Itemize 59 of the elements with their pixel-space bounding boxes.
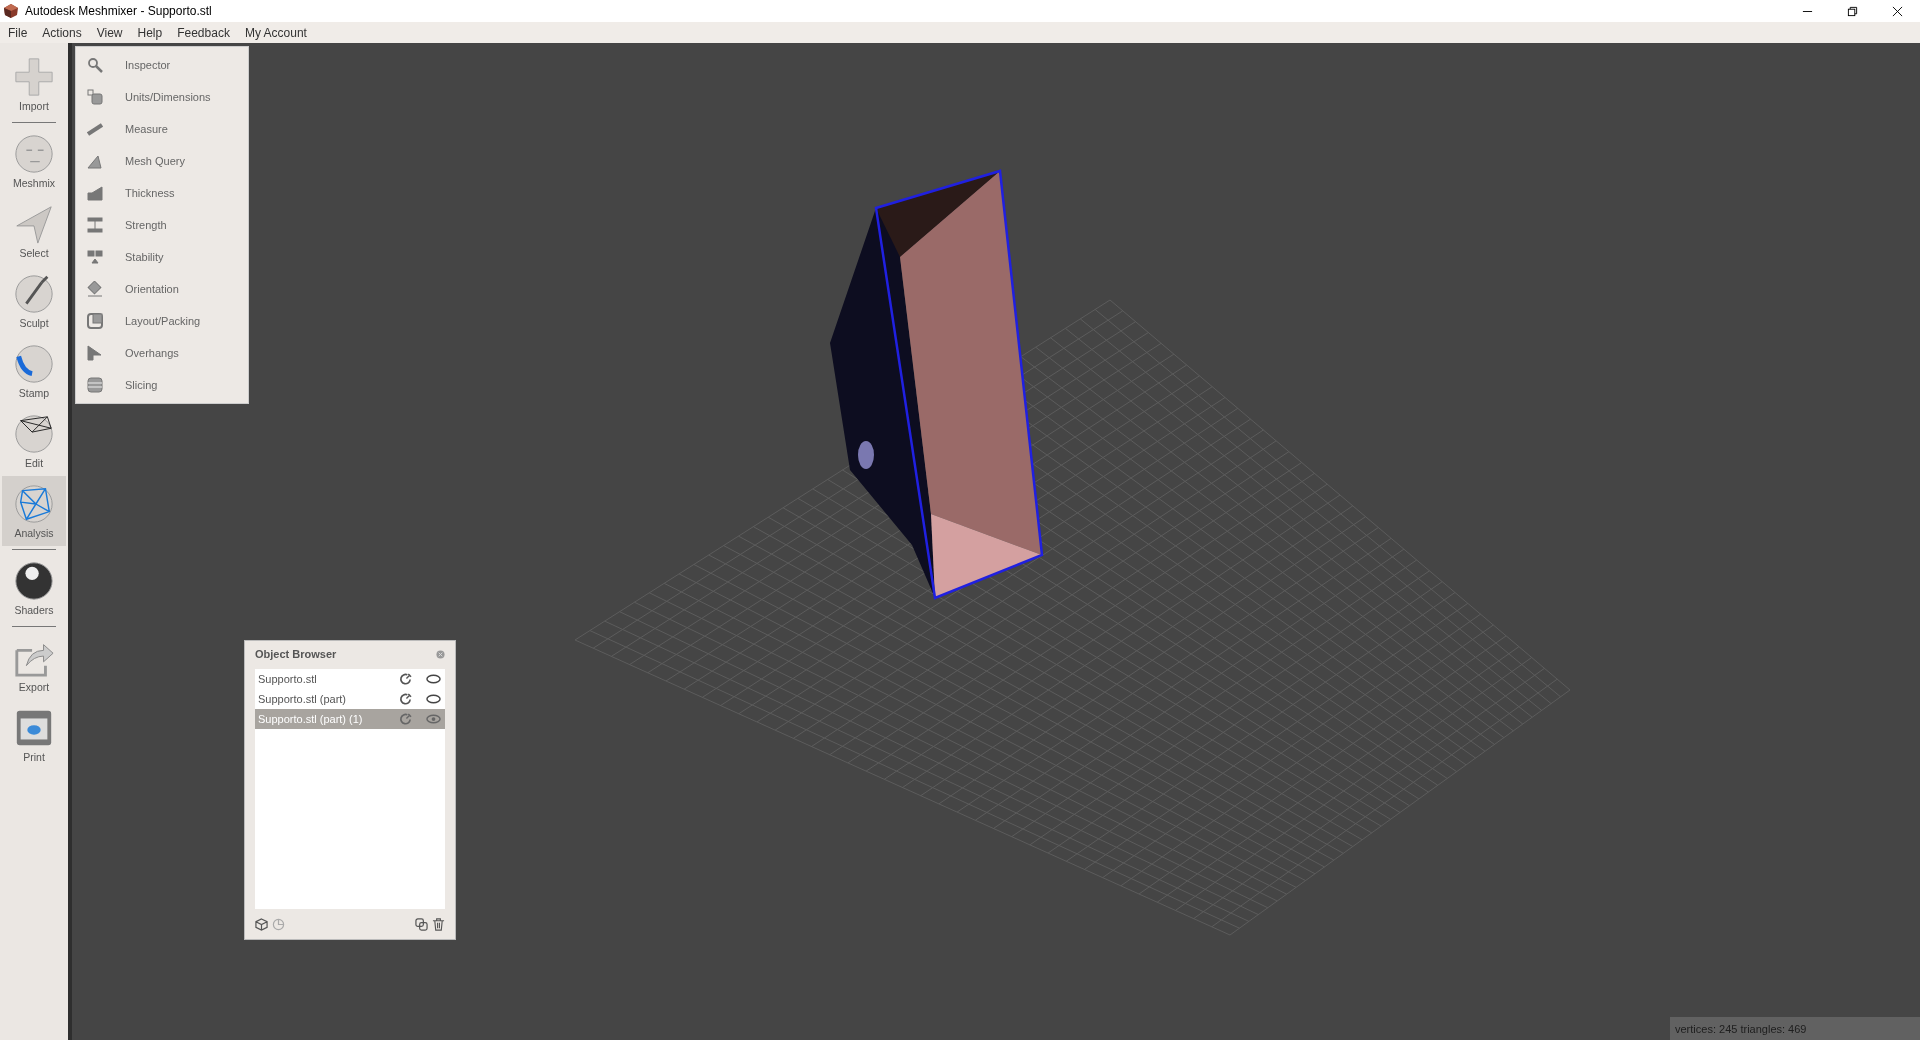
cube-icon[interactable] [255,917,268,931]
tool-button[interactable]: Export [2,630,66,700]
close-icon[interactable] [1892,5,1903,17]
menu-item[interactable]: Slicing [125,379,158,391]
eye-icon[interactable] [426,674,441,684]
layout-icon [87,313,103,329]
tool-button[interactable]: Select [2,196,66,266]
eye-icon[interactable] [426,694,441,704]
menu-item[interactable]: Overhangs [125,347,179,359]
panel-title: Object Browser [255,648,337,660]
tool-button[interactable]: Edit [2,406,66,476]
tool-button[interactable]: Analysis [2,476,66,546]
object-row[interactable]: Supporto.stl [255,669,445,689]
restore-icon[interactable] [1847,5,1858,17]
overhang-icon [87,345,103,361]
menu-item[interactable]: Strength [125,219,167,231]
tool-button[interactable]: Sculpt [2,266,66,336]
plus-icon [13,56,55,98]
trash-icon[interactable] [432,917,445,931]
ruler-icon [87,121,103,137]
menu-item[interactable]: Layout/Packing [125,315,201,327]
squares-icon [87,89,103,105]
triangle-question-icon [87,153,103,169]
face-sphere-icon [13,133,55,175]
chrome-sphere-icon [13,560,55,602]
menu-item[interactable]: File [8,25,35,40]
balance-icon [87,249,103,265]
layers-icon [87,377,103,393]
menu-item[interactable]: View [96,25,130,40]
object-row[interactable]: Supporto.stl (part) [255,689,445,709]
menu-item[interactable]: Help [137,25,170,40]
wireframe-sphere-icon [13,413,55,455]
menu-item[interactable]: Measure [125,123,168,135]
menu-item[interactable]: Actions [42,25,89,40]
tool-button[interactable]: Stamp [2,336,66,406]
diamond-icon [87,281,103,297]
window-title: Autodesk Meshmixer - Supporto.stl [25,4,212,18]
mesh-sphere-icon [13,483,55,525]
thickness-icon [87,185,103,201]
duplicate-icon[interactable] [415,917,428,931]
tool-button[interactable]: Import [2,49,66,119]
menu-item[interactable]: Feedback [177,25,237,40]
mesh-model-drawing[interactable] [830,169,1044,600]
menu-item[interactable]: Mesh Query [125,155,185,167]
tool-button[interactable]: Print [2,700,66,770]
brush-sphere-icon [13,273,55,315]
menu-item[interactable]: Inspector [125,59,171,71]
strength-icon [87,217,103,233]
mesh-stats-text: vertices: 245 triangles: 469 [1675,1022,1807,1035]
menu-item[interactable]: Units/Dimensions [125,91,211,103]
app-logo-icon [3,3,19,19]
tool-button[interactable]: Shaders [2,553,66,623]
menu-item[interactable]: Orientation [125,283,179,295]
menu-item[interactable]: My Account [244,25,314,40]
menu-item[interactable]: Thickness [125,187,175,199]
tool-button[interactable]: Meshmix [2,126,66,196]
arrow-pointer-icon [13,203,55,245]
menu-item[interactable]: Stability [125,251,164,263]
search-icon [87,57,103,73]
